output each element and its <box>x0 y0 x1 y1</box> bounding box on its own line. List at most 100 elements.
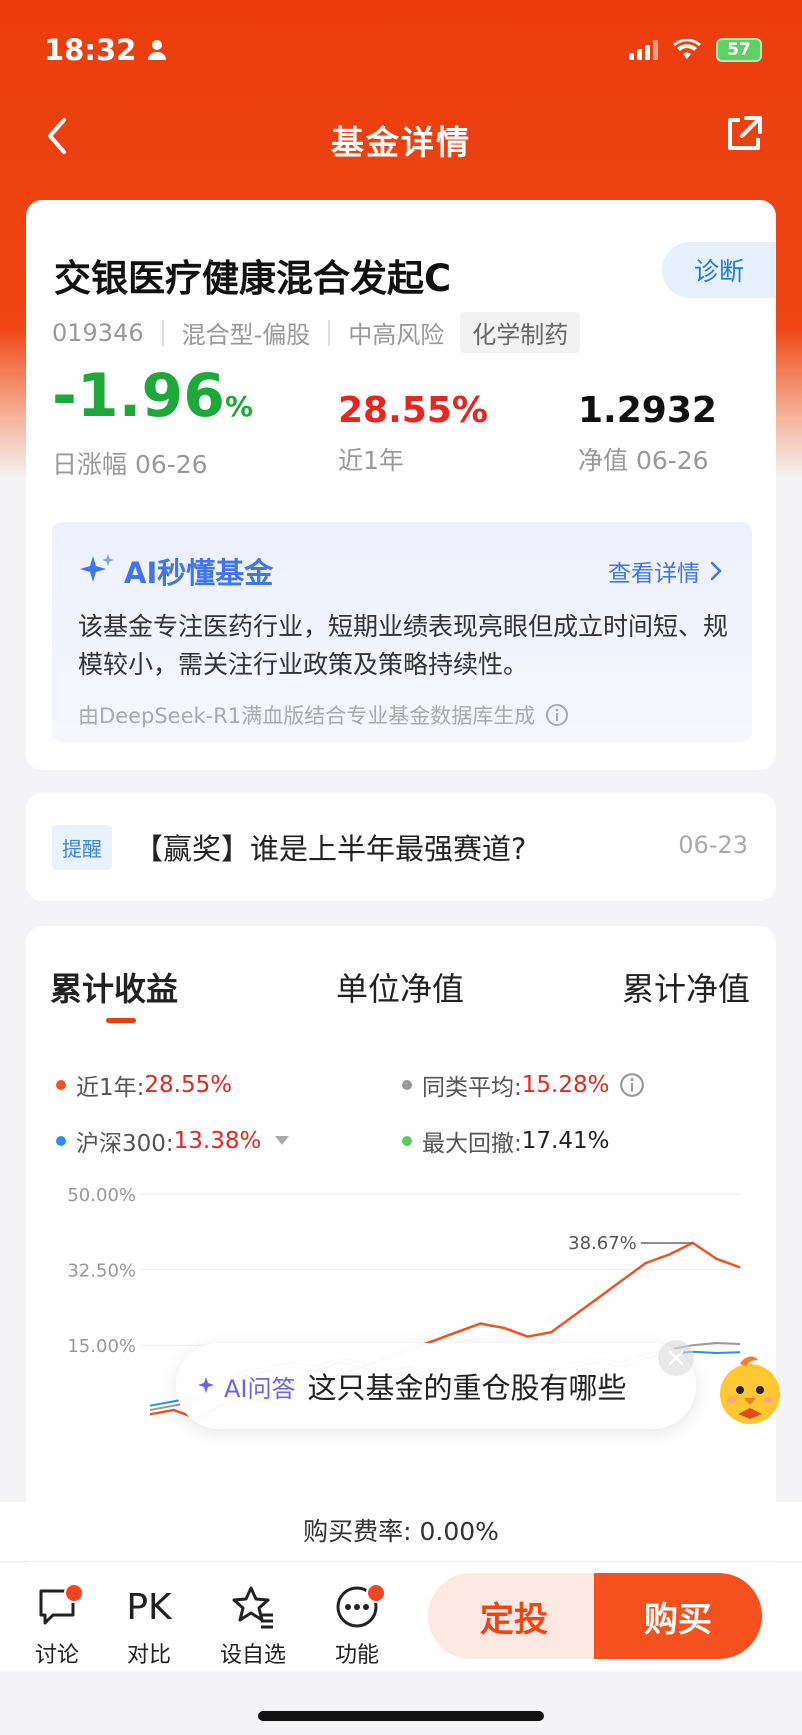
year-return-value: 28.55% <box>338 390 488 431</box>
compare-button[interactable]: PK 对比 <box>104 1583 194 1669</box>
daily-change-value: -1.96 <box>52 361 225 431</box>
fund-name: 交银医疗健康混合发起C <box>54 257 452 300</box>
divider <box>328 319 331 346</box>
ai-summary-text: 该基金专注医药行业，短期业绩表现亮眼但成立时间短、规模较小，需关注行业政策及策略… <box>78 612 729 679</box>
battery-icon: 57 <box>716 38 762 62</box>
discussion-button[interactable]: 讨论 <box>12 1583 102 1669</box>
view-detail-label: 查看详情 <box>608 561 700 587</box>
caret-down-icon <box>275 1136 290 1145</box>
legend-index-dot <box>56 1136 66 1146</box>
ai-summary-title-row: AI秒懂基金 <box>78 550 273 592</box>
daily-change-unit: % <box>224 390 254 423</box>
year-return-label: 近1年 <box>338 446 404 475</box>
bottom-action-bar: 讨论 PK 对比 设自选 功能 定投 购买 <box>0 1563 802 1735</box>
info-icon[interactable] <box>619 1072 645 1098</box>
fund-type: 混合型-偏股 <box>181 321 311 349</box>
diagnose-button[interactable]: 诊断 <box>662 242 776 298</box>
view-detail-link[interactable]: 查看详情 <box>608 554 722 588</box>
y-tick-label: 15.00% <box>67 1336 136 1357</box>
notice-card[interactable]: 提醒 【赢奖】谁是上半年最强赛道? 06-23 <box>26 793 776 901</box>
ai-summary-footer: 由DeepSeek-R1满血版结合专业基金数据库生成 <box>78 700 569 730</box>
tab-unit-nav[interactable]: 单位净值 <box>336 964 464 1010</box>
year-return-stat: 28.55% 近1年 <box>338 390 488 477</box>
nav-bar: 基金详情 <box>0 108 802 164</box>
info-icon[interactable] <box>545 703 569 727</box>
notice-text: 【赢奖】谁是上半年最强赛道? <box>134 832 527 866</box>
legend-fund-dot <box>56 1080 66 1090</box>
legend-drawdown-label: 最大回撤: <box>422 1131 522 1157</box>
legend-peer-label: 同类平均: <box>422 1075 522 1101</box>
legend-peer-dot <box>402 1080 412 1090</box>
tab-cumulative-nav[interactable]: 累计净值 <box>622 964 750 1010</box>
status-time-group: 18:32 <box>44 33 168 67</box>
home-indicator <box>258 1711 544 1721</box>
fund-code: 019346 <box>52 318 144 347</box>
notification-dot <box>366 1583 386 1603</box>
ai-qa-label-group: AI问答 <box>198 1369 296 1404</box>
fund-summary-card: 交银医疗健康混合发起C 诊断 019346 混合型-偏股 中高风险 化学制药 -… <box>26 200 776 770</box>
functions-icon-wrap <box>312 1583 402 1631</box>
sector-tag[interactable]: 化学制药 <box>460 312 581 353</box>
status-time: 18:32 <box>44 33 137 67</box>
nav-value: 1.2932 <box>578 390 717 431</box>
notification-dot <box>64 1583 84 1603</box>
daily-change-stat: -1.96% 日涨幅 06-26 <box>52 366 254 481</box>
sip-button[interactable]: 定投 <box>428 1573 600 1659</box>
chevron-right-icon <box>710 561 722 581</box>
remind-tag: 提醒 <box>52 824 112 870</box>
legend-peer: 同类平均: 15.28% <box>402 1068 645 1102</box>
purchase-fee-bar: 购买费率: 0.00% <box>0 1502 802 1562</box>
buy-button[interactable]: 购买 <box>594 1573 762 1659</box>
discussion-label: 讨论 <box>34 1643 79 1668</box>
share-icon[interactable] <box>720 110 768 158</box>
page-title: 基金详情 <box>331 123 471 162</box>
battery-level: 57 <box>727 40 751 60</box>
ai-summary-title: AI秒懂基金 <box>124 556 274 590</box>
functions-label: 功能 <box>334 1643 379 1668</box>
legend-fund-value: 28.55% <box>144 1072 233 1098</box>
fund-meta: 019346 混合型-偏股 中高风险 化学制药 <box>52 312 581 353</box>
functions-button[interactable]: 功能 <box>312 1583 402 1669</box>
legend-index-label: 沪深300: <box>76 1131 174 1157</box>
peak-annotation-label: 38.67% <box>568 1233 637 1254</box>
daily-change-label: 日涨幅 06-26 <box>52 450 208 479</box>
compare-label: 对比 <box>126 1643 171 1668</box>
tab-cumulative-return[interactable]: 累计收益 <box>50 964 178 1010</box>
y-tick-label: 50.00% <box>67 1185 136 1206</box>
ai-qa-label: AI问答 <box>224 1374 296 1403</box>
legend-drawdown-dot <box>402 1136 412 1146</box>
ai-question-bubble[interactable]: AI问答 这只基金的重仓股有哪些 <box>176 1343 696 1429</box>
wifi-icon <box>673 39 701 59</box>
status-bar: 18:32 57 <box>44 30 762 70</box>
notice-date: 06-23 <box>678 831 748 859</box>
legend-index-value: 13.38% <box>173 1128 262 1154</box>
active-tab-indicator <box>106 1018 136 1023</box>
discussion-icon-wrap <box>12 1583 102 1631</box>
ai-summary-box[interactable]: AI秒懂基金 查看详情 该基金专注医药行业，短期业绩表现亮眼但成立时间短、规模较… <box>52 522 752 742</box>
mascot-chick-icon[interactable] <box>710 1348 794 1432</box>
sparkle-icon <box>198 1377 214 1393</box>
fund-risk: 中高风险 <box>348 321 445 349</box>
legend-index[interactable]: 沪深300: 13.38% <box>56 1124 290 1158</box>
legend-fund-label: 近1年: <box>76 1075 145 1101</box>
ai-summary-source: 由DeepSeek-R1满血版结合专业基金数据库生成 <box>78 704 536 728</box>
pk-icon: PK <box>126 1586 172 1628</box>
star-list-icon <box>232 1586 273 1629</box>
sparkle-icon <box>80 554 114 582</box>
nav-stat: 1.2932 净值 06-26 <box>578 390 717 477</box>
y-tick-label: 32.50% <box>67 1261 136 1282</box>
divider <box>161 319 164 346</box>
chart-tabs: 累计收益 单位净值 累计净值 <box>26 964 776 1024</box>
legend-fund: 近1年: 28.55% <box>56 1068 232 1102</box>
person-icon <box>148 40 167 60</box>
nav-label: 净值 06-26 <box>578 446 709 475</box>
status-icons: 57 <box>629 38 762 62</box>
add-watchlist-button[interactable]: 设自选 <box>208 1583 298 1669</box>
close-icon[interactable]: × <box>658 1340 694 1376</box>
legend-drawdown: 最大回撤: 17.41% <box>402 1124 609 1158</box>
legend-drawdown-value: 17.41% <box>521 1128 610 1154</box>
add-watchlist-label: 设自选 <box>219 1643 286 1668</box>
ai-question-text: 这只基金的重仓股有哪些 <box>307 1371 627 1405</box>
signal-icon <box>629 40 658 60</box>
daily-change-row: -1.96% <box>52 366 254 435</box>
